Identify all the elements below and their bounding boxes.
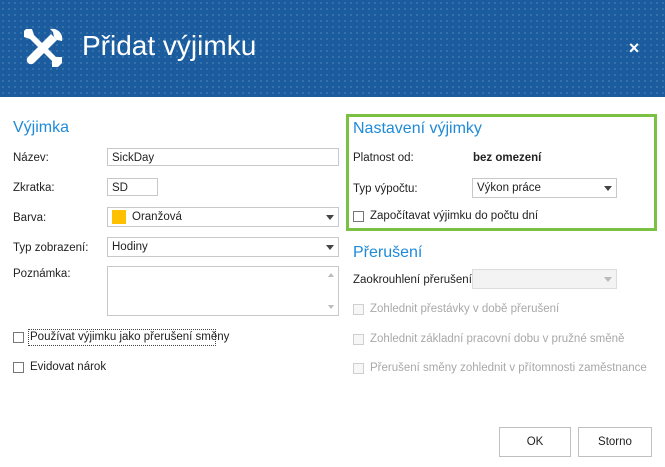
calc-type-select[interactable]: Výkon práce (472, 178, 617, 198)
note-textarea[interactable] (107, 266, 339, 316)
color-select[interactable]: Oranžová (107, 207, 339, 227)
calc-type-label: Typ výpočtu: (353, 183, 418, 195)
rounding-label: Zaokrouhlení přerušení: (353, 274, 476, 286)
settings-section-title: Nastavení výjimky (353, 120, 482, 137)
note-scrollbar[interactable] (324, 267, 338, 315)
display-type-label: Typ zobrazení: (13, 242, 89, 254)
dialog-title: Přidat výjimku (82, 30, 257, 61)
rounding-select[interactable] (472, 269, 617, 289)
chevron-down-icon (604, 186, 612, 191)
count-days-checkbox[interactable] (353, 211, 364, 222)
validity-label: Platnost od: (353, 152, 414, 164)
consider-breaks-checkbox[interactable] (353, 304, 364, 315)
note-label: Poznámka: (13, 268, 71, 280)
consider-breaks-label[interactable]: Zohlednit přestávky v době přerušení (370, 303, 559, 315)
abbreviation-input[interactable]: SD (107, 178, 158, 196)
ok-button[interactable]: OK (499, 427, 571, 457)
exception-section-title: Výjimka (13, 119, 70, 136)
calc-type-value: Výkon práce (477, 182, 541, 194)
display-type-select[interactable]: Hodiny (107, 237, 339, 257)
consider-core-hours-label[interactable]: Zohlednit základní pracovní dobu v pružn… (370, 333, 624, 345)
consider-presence-checkbox[interactable] (353, 363, 364, 374)
chevron-down-icon (326, 245, 334, 250)
count-days-label[interactable]: Započítavat výjimku do počtu dní (370, 210, 538, 222)
name-label: Název: (13, 152, 49, 164)
use-as-break-checkbox[interactable] (13, 332, 24, 343)
use-as-break-label[interactable]: Používat výjimku jako přerušení směny (30, 331, 229, 343)
name-input[interactable]: SickDay (107, 148, 339, 166)
abbreviation-label: Zkratka: (13, 182, 55, 194)
color-value: Oranžová (132, 211, 182, 223)
track-claim-checkbox[interactable] (13, 362, 24, 373)
validity-value: bez omezení (473, 152, 542, 164)
consider-presence-label[interactable]: Přerušení směny zohlednit v přítomnosti … (370, 362, 647, 374)
color-label: Barva: (13, 212, 47, 224)
tools-icon (24, 28, 63, 67)
consider-core-hours-checkbox[interactable] (353, 334, 364, 345)
chevron-down-icon (326, 215, 334, 220)
color-swatch (112, 210, 126, 224)
close-button[interactable]: × (624, 38, 644, 58)
display-type-value: Hodiny (112, 241, 148, 253)
cancel-button[interactable]: Storno (578, 427, 652, 457)
scroll-up-icon[interactable] (328, 273, 334, 277)
scroll-down-icon[interactable] (328, 305, 334, 309)
chevron-down-icon (604, 277, 612, 282)
break-section-title: Přerušení (353, 244, 423, 261)
dialog-header: Přidat výjimku × (0, 0, 665, 97)
track-claim-label[interactable]: Evidovat nárok (30, 361, 106, 373)
